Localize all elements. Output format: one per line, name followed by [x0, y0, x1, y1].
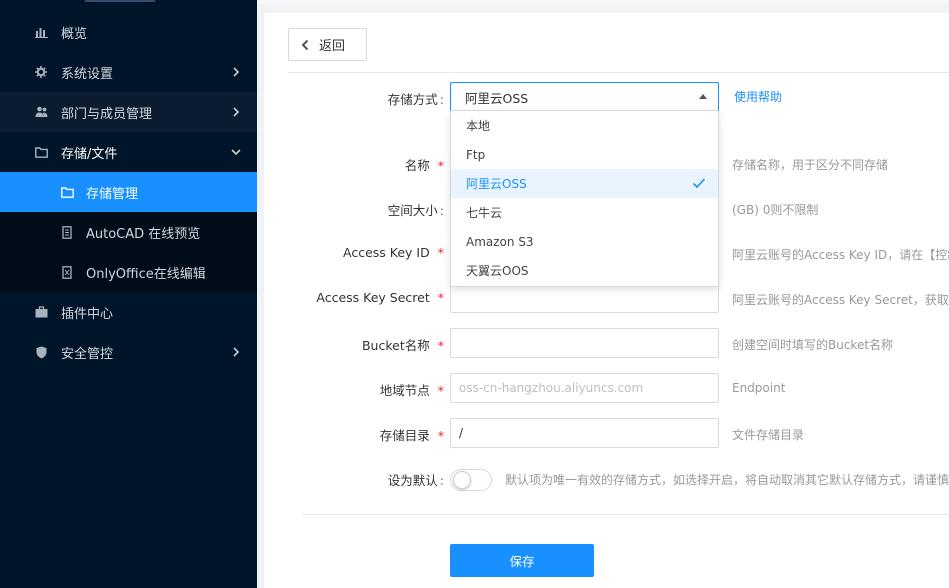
help-link[interactable]: 使用帮助 — [734, 88, 782, 105]
toggle-knob — [453, 471, 471, 489]
sidebar-subitem-label: OnlyOffice在线编辑 — [86, 266, 206, 282]
sidebar-item-system-settings[interactable]: 系统设置 — [0, 52, 257, 92]
name-label: 名称 * — [264, 155, 444, 174]
default-toggle[interactable] — [450, 469, 492, 491]
access-key-secret-hint: 阿里云账号的Access Key Secret，获取方 — [732, 293, 949, 307]
spreadsheet-file-icon — [60, 265, 74, 279]
back-button-label: 返回 — [319, 39, 346, 54]
access-key-secret-label-text: Access Key Secret — [316, 290, 430, 305]
dropdown-option-aliyun-oss[interactable]: 阿里云OSS — [451, 169, 718, 198]
sidebar: 概览 系统设置 部门与成员管理 存储/文件 存储管理 AutoCAD 在线预览 … — [0, 0, 257, 588]
region-label-text: 地域节点 — [379, 383, 430, 398]
chevron-right-icon — [229, 105, 243, 119]
topbar-strip — [257, 0, 949, 4]
bucket-label: Bucket名称 * — [264, 335, 444, 354]
dropdown-option-label: 阿里云OSS — [466, 177, 527, 191]
bucket-input[interactable] — [450, 328, 719, 358]
caret-up-icon — [699, 94, 707, 99]
sidebar-top-accent — [85, 0, 155, 2]
gear-icon — [34, 65, 48, 79]
back-button[interactable]: 返回 — [288, 28, 367, 61]
divider — [302, 514, 949, 515]
sidebar-item-storage[interactable]: 存储/文件 — [0, 132, 257, 172]
sidebar-subitem-label: 存储管理 — [86, 186, 139, 202]
region-hint: Endpoint — [732, 381, 786, 395]
dir-value: / — [459, 426, 464, 440]
users-icon — [34, 105, 48, 119]
dir-label: 存储目录 * — [264, 425, 444, 444]
required-mark: * — [437, 383, 444, 398]
access-key-secret-input[interactable] — [450, 283, 719, 313]
storage-type-value: 阿里云OSS — [465, 90, 529, 106]
storage-type-label-text: 存储方式 — [387, 92, 438, 107]
sidebar-item-label: 插件中心 — [61, 306, 114, 322]
dropdown-option-ftp[interactable]: Ftp — [451, 140, 718, 169]
sidebar-item-label: 部门与成员管理 — [61, 106, 153, 122]
storage-type-dropdown: 本地 Ftp 阿里云OSS 七牛云 Amazon S3 天翼云OOS — [450, 110, 719, 287]
name-label-text: 名称 — [404, 158, 430, 173]
sidebar-subitem-autocad[interactable]: AutoCAD 在线预览 — [0, 212, 257, 252]
dir-input[interactable]: / — [450, 418, 719, 448]
default-hint: 默认项为唯一有效的存储方式，如选择开启，将自动取消其它默认存储方式，请谨慎 — [505, 473, 949, 487]
dir-hint: 文件存储目录 — [732, 428, 805, 442]
access-key-id-label: Access Key ID * — [264, 245, 444, 260]
chevron-right-icon — [229, 65, 243, 79]
storage-type-label: 存储方式: — [387, 92, 444, 107]
sidebar-item-security[interactable]: 安全管控 — [0, 332, 257, 372]
sidebar-subitem-storage-management[interactable]: 存储管理 — [0, 172, 257, 212]
default-label-text: 设为默认 — [387, 473, 438, 488]
bucket-hint: 创建空间时填写的Bucket名称 — [732, 338, 894, 352]
required-mark: * — [437, 290, 444, 305]
chevron-left-icon — [301, 39, 309, 51]
name-hint: 存储名称，用于区分不同存储 — [732, 158, 889, 172]
shield-icon — [34, 345, 48, 359]
dropdown-option-tianyi-oos[interactable]: 天翼云OOS — [451, 256, 718, 285]
region-placeholder: oss-cn-hangzhou.aliyuncs.com — [459, 381, 644, 395]
form-panel: 返回 存储方式: 阿里云OSS 使用帮助 名称 * 存储名称，用于区分不同存储 空… — [264, 13, 949, 588]
sidebar-item-departments[interactable]: 部门与成员管理 — [0, 92, 257, 132]
region-input[interactable]: oss-cn-hangzhou.aliyuncs.com — [450, 373, 719, 403]
sidebar-subitem-label: AutoCAD 在线预览 — [86, 226, 201, 242]
sidebar-item-label: 存储/文件 — [61, 146, 118, 162]
size-hint: (GB) 0则不限制 — [732, 203, 819, 217]
folder-icon — [34, 145, 48, 159]
dropdown-option-qiniu[interactable]: 七牛云 — [451, 198, 718, 227]
access-key-id-label-text: Access Key ID — [343, 245, 430, 260]
dir-label-text: 存储目录 — [379, 428, 430, 443]
access-key-id-hint: 阿里云账号的Access Key ID，请在【控制 — [732, 248, 949, 262]
sidebar-item-plugins[interactable]: 插件中心 — [0, 292, 257, 332]
sidebar-item-label: 系统设置 — [61, 66, 114, 82]
sidebar-subitem-onlyoffice[interactable]: OnlyOffice在线编辑 — [0, 252, 257, 292]
sidebar-item-label: 概览 — [61, 26, 88, 42]
default-label: 设为默认: — [387, 473, 444, 488]
save-button[interactable]: 保存 — [450, 544, 594, 577]
dropdown-option-local[interactable]: 本地 — [451, 111, 718, 140]
size-label: 空间大小: — [387, 203, 444, 218]
required-mark: * — [437, 338, 444, 353]
check-icon — [692, 176, 706, 190]
briefcase-icon — [34, 305, 48, 319]
size-label-text: 空间大小 — [387, 203, 438, 218]
required-mark: * — [437, 158, 444, 173]
main-content: 返回 存储方式: 阿里云OSS 使用帮助 名称 * 存储名称，用于区分不同存储 空… — [257, 0, 949, 588]
sidebar-item-label: 安全管控 — [61, 346, 114, 362]
chevron-down-icon — [229, 145, 243, 159]
required-mark: * — [437, 428, 444, 443]
document-icon — [60, 225, 74, 239]
bucket-label-text: Bucket名称 — [361, 338, 430, 353]
dropdown-option-amazon-s3[interactable]: Amazon S3 — [451, 227, 718, 256]
storage-type-select[interactable]: 阿里云OSS — [450, 82, 719, 112]
access-key-secret-label: Access Key Secret * — [264, 290, 444, 305]
folder-icon — [60, 185, 74, 199]
chevron-right-icon — [229, 345, 243, 359]
bar-chart-icon — [34, 25, 48, 39]
sidebar-item-overview[interactable]: 概览 — [0, 12, 257, 52]
region-label: 地域节点 * — [264, 380, 444, 399]
divider — [288, 72, 949, 73]
required-mark: * — [437, 245, 444, 260]
